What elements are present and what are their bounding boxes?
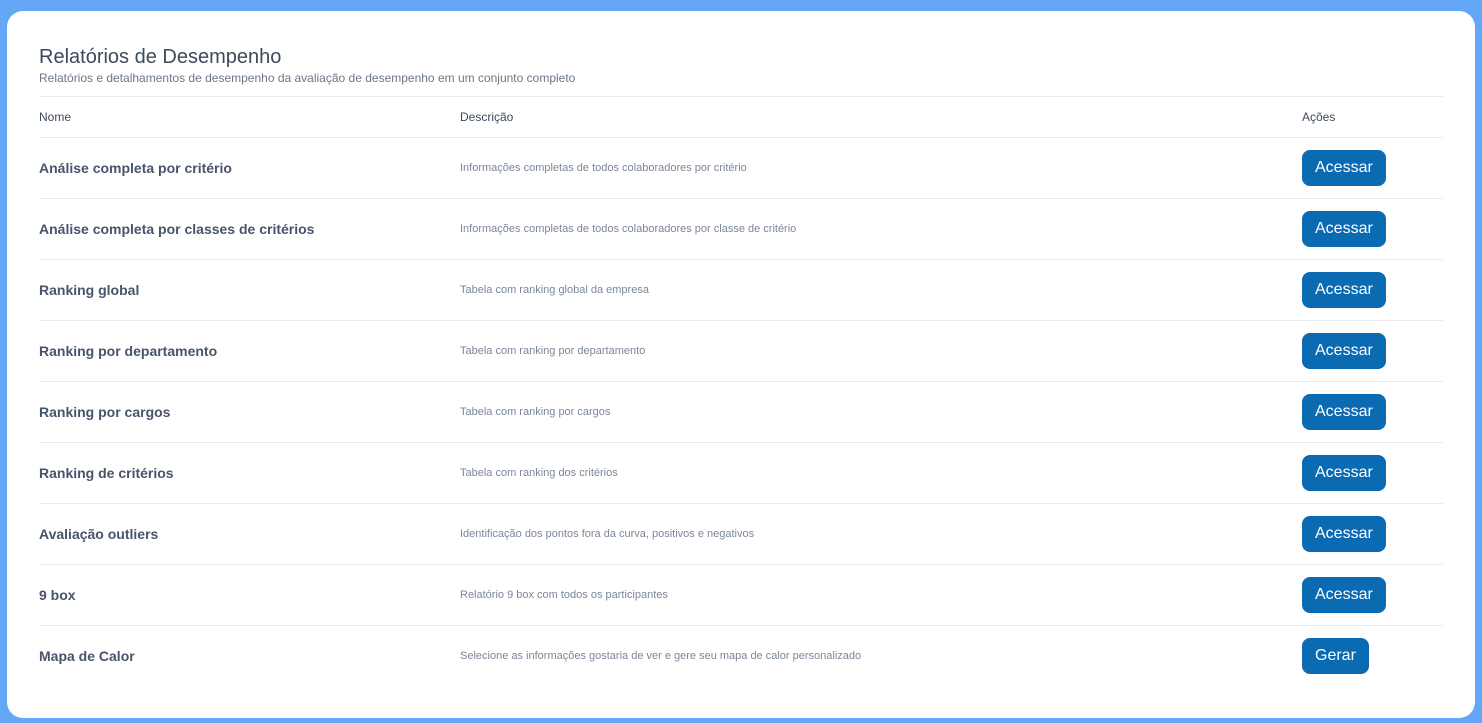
report-name: Ranking por departamento	[39, 343, 218, 359]
access-button[interactable]: Acessar	[1302, 333, 1386, 369]
report-name: Mapa de Calor	[39, 648, 135, 664]
table-row: Ranking por departamento Tabela com rank…	[39, 321, 1443, 382]
page-subtitle: Relatórios e detalhamentos de desempenho…	[39, 71, 576, 85]
report-description: Relatório 9 box com todos os participant…	[460, 589, 668, 601]
report-description: Identificação dos pontos fora da curva, …	[460, 528, 755, 540]
table-row: Mapa de Calor Selecione as informações g…	[39, 626, 1443, 686]
table-row: Análise completa por classes de critério…	[39, 199, 1443, 260]
column-header-name: Nome	[39, 110, 72, 124]
report-description: Tabela com ranking por cargos	[460, 406, 611, 418]
report-description: Tabela com ranking dos critérios	[460, 467, 618, 479]
table-row: 9 box Relatório 9 box com todos os parti…	[39, 565, 1443, 626]
reports-table: Nome Descrição Ações Análise completa po…	[39, 96, 1443, 686]
access-button[interactable]: Acessar	[1302, 455, 1386, 491]
table-row: Análise completa por critério Informaçõe…	[39, 138, 1443, 199]
report-description: Tabela com ranking global da empresa	[460, 284, 649, 296]
table-row: Ranking de critérios Tabela com ranking …	[39, 443, 1443, 504]
report-name: 9 box	[39, 587, 76, 603]
column-header-actions: Ações	[1302, 110, 1336, 124]
report-description: Selecione as informações gostaria de ver…	[460, 650, 862, 662]
report-name: Ranking global	[39, 282, 140, 298]
access-button[interactable]: Acessar	[1302, 516, 1386, 552]
report-name: Ranking por cargos	[39, 404, 171, 420]
page-header: Relatórios de Desempenho Relatórios e de…	[39, 45, 575, 86]
column-header-description: Descrição	[460, 110, 514, 124]
reports-card: Relatórios de Desempenho Relatórios e de…	[7, 11, 1475, 718]
report-name: Análise completa por critério	[39, 160, 232, 176]
access-button[interactable]: Acessar	[1302, 150, 1386, 186]
report-name: Avaliação outliers	[39, 526, 159, 542]
access-button[interactable]: Acessar	[1302, 394, 1386, 430]
generate-button[interactable]: Gerar	[1302, 638, 1369, 674]
report-name: Ranking de critérios	[39, 465, 174, 481]
table-row: Avaliação outliers Identificação dos pon…	[39, 504, 1443, 565]
access-button[interactable]: Acessar	[1302, 272, 1386, 308]
table-row: Ranking global Tabela com ranking global…	[39, 260, 1443, 321]
table-row: Ranking por cargos Tabela com ranking po…	[39, 382, 1443, 443]
access-button[interactable]: Acessar	[1302, 577, 1386, 613]
table-header: Nome Descrição Ações	[39, 97, 1443, 138]
report-description: Informações completas de todos colaborad…	[460, 223, 797, 235]
report-description: Informações completas de todos colaborad…	[460, 162, 747, 174]
report-description: Tabela com ranking por departamento	[460, 345, 646, 357]
access-button[interactable]: Acessar	[1302, 211, 1386, 247]
report-name: Análise completa por classes de critério…	[39, 221, 315, 237]
page-title: Relatórios de Desempenho	[39, 46, 282, 68]
